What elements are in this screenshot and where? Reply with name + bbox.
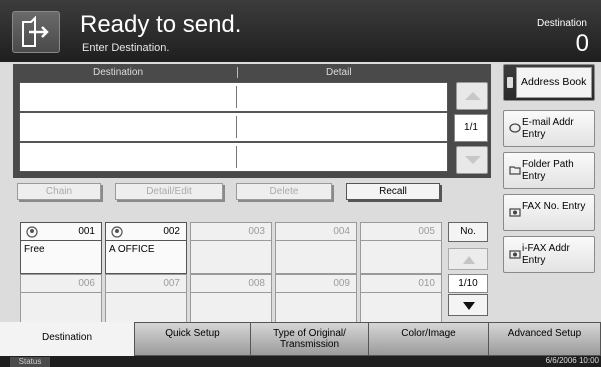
detail-edit-button[interactable]: Detail/Edit bbox=[115, 183, 223, 200]
fax-no-entry-label: FAX No. Entry bbox=[522, 201, 586, 212]
one-touch-number: 010 bbox=[418, 278, 435, 289]
scroll-down-button[interactable] bbox=[456, 146, 488, 174]
address-book-label: Address Book bbox=[521, 76, 587, 88]
arrow-down-icon bbox=[463, 302, 475, 310]
one-touch-page-up-button[interactable] bbox=[448, 248, 488, 270]
destination-row[interactable] bbox=[19, 82, 448, 112]
column-header-detail: Detail bbox=[326, 67, 352, 78]
tab-destination[interactable]: Destination bbox=[0, 322, 135, 356]
recall-button[interactable]: Recall bbox=[346, 183, 440, 200]
fax-no-entry-button[interactable]: FAX No. Entry bbox=[503, 194, 595, 231]
destination-row[interactable] bbox=[19, 142, 448, 172]
one-touch-number: 008 bbox=[248, 278, 265, 289]
one-touch-key[interactable]: 003 bbox=[190, 222, 272, 275]
one-touch-key[interactable]: 004 bbox=[275, 222, 357, 275]
one-touch-key[interactable]: 009 bbox=[275, 274, 357, 327]
arrow-up-icon bbox=[463, 256, 475, 264]
destination-page-indicator: 1/1 bbox=[454, 114, 488, 142]
email-entry-button[interactable]: E-mail Addr Entry bbox=[503, 110, 595, 147]
bottom-tab-bar: Destination Quick Setup Type of Original… bbox=[0, 322, 601, 356]
one-touch-key[interactable]: 002 A OFFICE bbox=[105, 222, 187, 275]
tab-type-of-original[interactable]: Type of Original/ Transmission bbox=[250, 322, 369, 356]
contact-icon bbox=[111, 226, 123, 238]
folder-path-entry-label: Folder Path Entry bbox=[522, 159, 574, 182]
scroll-up-button[interactable] bbox=[456, 82, 488, 110]
column-header-destination: Destination bbox=[93, 67, 144, 78]
one-touch-name: Free bbox=[24, 244, 45, 255]
status-bar: Status 6/6/2006 10:00 bbox=[0, 356, 601, 367]
email-entry-label: E-mail Addr Entry bbox=[522, 117, 574, 140]
arrow-down-icon bbox=[465, 156, 481, 164]
destination-scroll: 1/1 bbox=[454, 82, 488, 174]
one-touch-key[interactable]: 005 bbox=[360, 222, 442, 275]
one-touch-number: 006 bbox=[78, 278, 95, 289]
one-touch-key[interactable]: 010 bbox=[360, 274, 442, 327]
one-touch-page-down-button[interactable] bbox=[448, 294, 488, 316]
column-divider bbox=[237, 67, 238, 78]
tab-color-image[interactable]: Color/Image bbox=[368, 322, 489, 356]
send-screen: Ready to send. Enter Destination. Destin… bbox=[0, 0, 601, 367]
ifax-icon bbox=[509, 250, 521, 259]
one-touch-number: 005 bbox=[418, 226, 435, 237]
page-title: Ready to send. bbox=[80, 11, 242, 38]
chain-button[interactable]: Chain bbox=[17, 183, 101, 200]
delete-button[interactable]: Delete bbox=[236, 183, 332, 200]
folder-path-entry-button[interactable]: Folder Path Entry bbox=[503, 152, 595, 189]
one-touch-page-indicator: 1/10 bbox=[448, 274, 488, 293]
destination-row[interactable] bbox=[19, 112, 448, 142]
ifax-entry-button[interactable]: i-FAX Addr Entry bbox=[503, 236, 595, 273]
ifax-entry-label: i-FAX Addr Entry bbox=[522, 243, 570, 266]
send-icon bbox=[12, 11, 60, 53]
folder-icon bbox=[509, 166, 521, 175]
destination-rows bbox=[19, 82, 448, 174]
number-search-button[interactable]: No. bbox=[448, 222, 488, 242]
arrow-up-icon bbox=[465, 92, 481, 100]
fax-icon bbox=[509, 208, 521, 217]
tab-advanced-setup[interactable]: Advanced Setup bbox=[488, 322, 601, 356]
one-touch-name: A OFFICE bbox=[109, 244, 155, 255]
email-icon bbox=[509, 123, 521, 133]
contact-icon bbox=[26, 226, 38, 238]
one-touch-key[interactable]: 007 bbox=[105, 274, 187, 327]
one-touch-number: 009 bbox=[333, 278, 350, 289]
destination-count-label: Destination bbox=[536, 18, 587, 29]
status-button[interactable]: Status bbox=[10, 357, 50, 367]
one-touch-number: 003 bbox=[248, 226, 265, 237]
one-touch-key[interactable]: 001 Free bbox=[20, 222, 102, 275]
address-book-icon bbox=[507, 77, 513, 88]
one-touch-number: 004 bbox=[333, 226, 350, 237]
destination-list-panel: Destination Detail 1/1 bbox=[13, 64, 491, 178]
destination-count: 0 bbox=[575, 30, 589, 57]
one-touch-key[interactable]: 008 bbox=[190, 274, 272, 327]
destination-table-header: Destination Detail bbox=[13, 64, 491, 81]
one-touch-number: 002 bbox=[163, 226, 180, 237]
address-book-button[interactable]: Address Book bbox=[503, 64, 595, 101]
one-touch-key[interactable]: 006 bbox=[20, 274, 102, 327]
page-subtitle: Enter Destination. bbox=[82, 42, 170, 54]
date-time: 6/6/2006 10:00 bbox=[545, 356, 599, 365]
tab-quick-setup[interactable]: Quick Setup bbox=[134, 322, 251, 356]
one-touch-number: 007 bbox=[163, 278, 180, 289]
one-touch-number: 001 bbox=[78, 226, 95, 237]
header-bar: Ready to send. Enter Destination. Destin… bbox=[0, 0, 601, 62]
